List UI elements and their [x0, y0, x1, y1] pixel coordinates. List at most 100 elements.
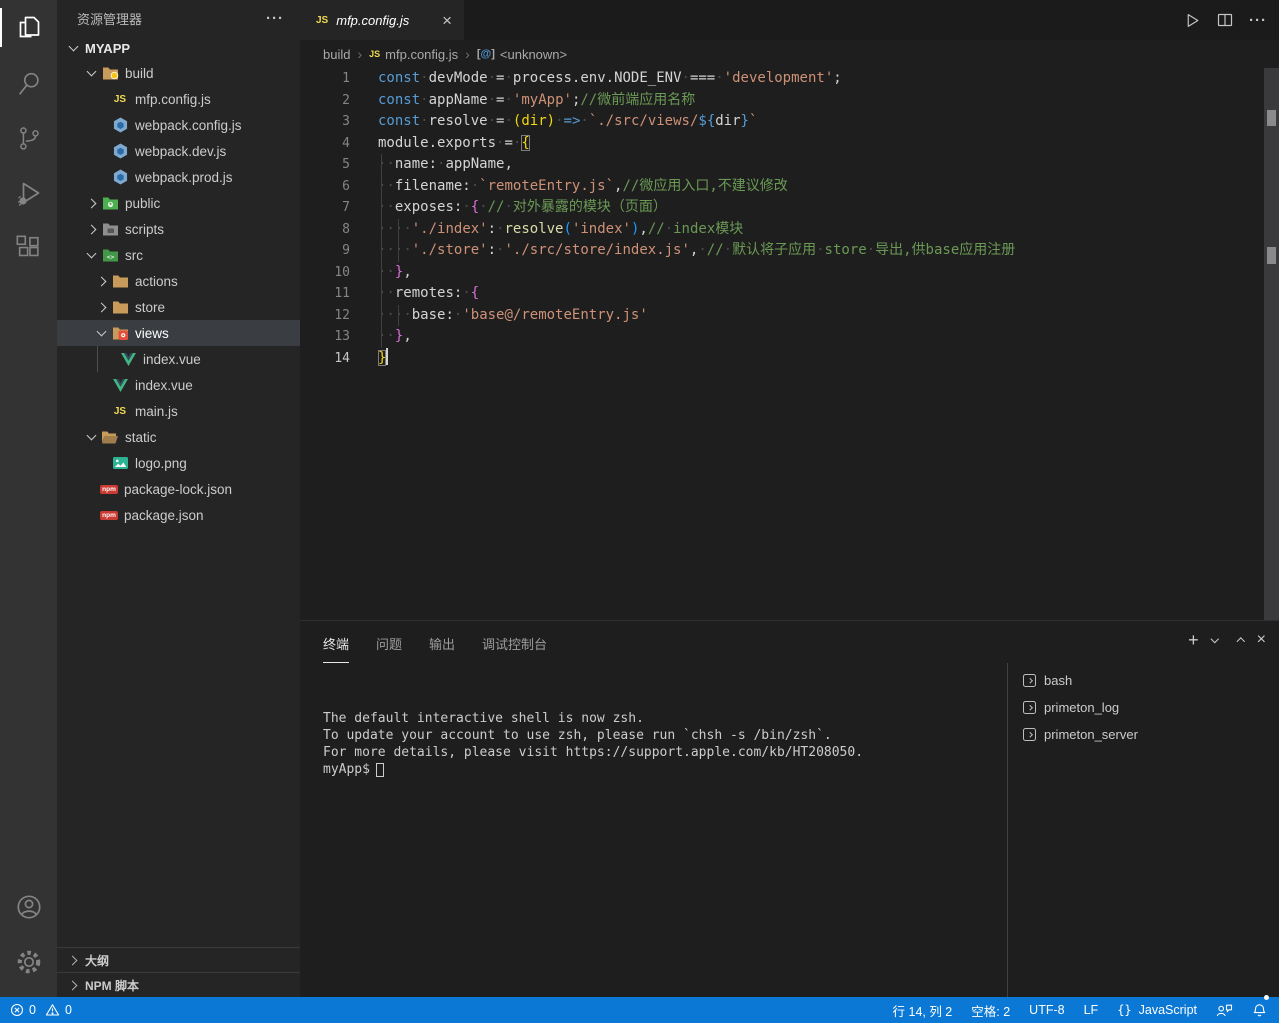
code-line-7[interactable]: 7··exposes:·{·//·对外暴露的模块（页面） [300, 197, 1279, 219]
breadcrumb-segment[interactable]: JSmfp.config.js [369, 47, 458, 62]
new-terminal-icon[interactable]: + [1188, 631, 1199, 649]
tree-item-actions[interactable]: actions [57, 268, 300, 294]
vscode-window: 资源管理器 ··· MYAPP buildJSmfp.config.jswebp… [0, 0, 1279, 997]
npm-icon: npm [100, 507, 118, 523]
more-actions-icon[interactable]: ··· [266, 10, 284, 27]
breadcrumb-segment[interactable]: [@]<unknown> [477, 47, 567, 62]
language-mode[interactable]: {} JavaScript [1117, 997, 1197, 1023]
code-line-12[interactable]: 12····base:·'base@/remoteEntry.js' [300, 305, 1279, 327]
activitybar-search-icon[interactable] [0, 55, 57, 110]
more-actions-icon[interactable]: ··· [1249, 12, 1267, 29]
activitybar-explorer-icon[interactable] [0, 0, 57, 55]
line-number: 9 [300, 240, 350, 262]
close-icon[interactable]: × [438, 12, 456, 29]
activitybar-run-debug-icon[interactable] [0, 165, 57, 220]
chevron-right-icon [68, 955, 78, 965]
problems-status[interactable]: 0 0 [10, 997, 72, 1023]
close-panel-icon[interactable]: × [1257, 632, 1266, 648]
activitybar-bottom [0, 879, 57, 989]
terminal-instance-bash[interactable]: bash [1008, 667, 1279, 694]
activitybar-extensions-icon[interactable] [0, 220, 57, 275]
editor-scrollbar[interactable] [1264, 68, 1279, 620]
js-icon: JS [316, 15, 328, 26]
tree-item-mfp-config-js[interactable]: JSmfp.config.js [57, 86, 300, 112]
panel-tab-终端[interactable]: 终端 [323, 634, 349, 663]
activitybar-settings-icon[interactable] [0, 934, 57, 989]
tree-item-label: src [125, 248, 143, 263]
code-line-13[interactable]: 13··}, [300, 326, 1279, 348]
chevron-down-icon [81, 71, 101, 75]
tab-mfp-config-js[interactable]: JS mfp.config.js × [300, 0, 464, 40]
maximize-panel-icon[interactable] [1238, 636, 1244, 645]
code-line-4[interactable]: 4module.exports·=·{ [300, 133, 1279, 155]
tree-item-package-lock-json[interactable]: npmpackage-lock.json [57, 476, 300, 502]
breadcrumb: build›JSmfp.config.js›[@]<unknown> [300, 40, 1279, 68]
code-line-9[interactable]: 9····'./store':·'./src/store/index.js',·… [300, 240, 1279, 262]
tree-item-build[interactable]: build [57, 60, 300, 86]
tree-item-static[interactable]: static [57, 424, 300, 450]
split-editor-icon[interactable] [1217, 12, 1233, 28]
tree-root-myapp[interactable]: MYAPP [57, 36, 300, 60]
activitybar-account-icon[interactable] [0, 879, 57, 934]
tree-item-webpack-dev-js[interactable]: webpack.dev.js [57, 138, 300, 164]
chevron-right-icon [91, 278, 111, 285]
panel-tab-问题[interactable]: 问题 [376, 634, 402, 663]
code-line-10[interactable]: 10··}, [300, 262, 1279, 284]
folder-scripts-icon [101, 221, 119, 237]
terminal-icon [1023, 674, 1036, 687]
indentation-status[interactable]: 空格: 2 [971, 997, 1010, 1023]
activitybar-source-control-icon[interactable] [0, 110, 57, 165]
tree-item-index-vue[interactable]: index.vue [57, 372, 300, 398]
feedback-icon[interactable] [1216, 997, 1233, 1023]
tab-label: mfp.config.js [336, 13, 409, 28]
code-line-5[interactable]: 5··name:·appName, [300, 154, 1279, 176]
folder-open-icon [101, 429, 119, 445]
project-root-label: MYAPP [85, 41, 130, 56]
tree-item-index-vue[interactable]: index.vue [57, 346, 300, 372]
panel-tab-输出[interactable]: 输出 [429, 634, 455, 663]
breadcrumb-segment[interactable]: build [323, 47, 350, 62]
tree-item-label: build [125, 66, 154, 81]
tree-item-src[interactable]: <>src [57, 242, 300, 268]
code-line-3[interactable]: 3const·resolve·=·(dir)·=>·`./src/views/$… [300, 111, 1279, 133]
tree-item-webpack-prod-js[interactable]: webpack.prod.js [57, 164, 300, 190]
chevron-down-icon[interactable] [1212, 639, 1218, 642]
code-line-1[interactable]: 1const·devMode·=·process.env.NODE_ENV·==… [300, 68, 1279, 90]
code-line-11[interactable]: 11··remotes:·{ [300, 283, 1279, 305]
line-number: 11 [300, 283, 350, 305]
tree-item-scripts[interactable]: scripts [57, 216, 300, 242]
tree-item-views[interactable]: views [57, 320, 300, 346]
code-line-8[interactable]: 8····'./index':·resolve('index'),//·inde… [300, 219, 1279, 241]
tree-item-main-js[interactable]: JSmain.js [57, 398, 300, 424]
chevron-right-icon [91, 304, 111, 311]
tree-item-store[interactable]: store [57, 294, 300, 320]
terminal-output[interactable]: The default interactive shell is now zsh… [300, 663, 1007, 997]
encoding-status[interactable]: UTF-8 [1029, 997, 1064, 1023]
terminal-prompt: myApp$ [323, 761, 1007, 778]
code-line-2[interactable]: 2const·appName·=·'myApp';//微前端应用名称 [300, 90, 1279, 112]
tree-item-webpack-config-js[interactable]: webpack.config.js [57, 112, 300, 138]
bottom-panel: 终端问题输出调试控制台 + × The default interactive … [300, 620, 1279, 997]
code-line-6[interactable]: 6··filename:·`remoteEntry.js`,//微应用入口,不建… [300, 176, 1279, 198]
tree-item-label: package.json [124, 508, 204, 523]
chevron-right-icon [81, 226, 101, 233]
outline-section[interactable]: 大纲 [57, 947, 300, 972]
eol-status[interactable]: LF [1084, 997, 1099, 1023]
tree-item-package-json[interactable]: npm package.json [57, 502, 300, 528]
indent-guide [97, 346, 98, 372]
tree-item-logo-png[interactable]: logo.png [57, 450, 300, 476]
sidebar-bottom-sections: 大纲NPM 脚本 [57, 947, 300, 997]
code-editor[interactable]: 1const·devMode·=·process.env.NODE_ENV·==… [300, 68, 1279, 620]
cursor-position[interactable]: 行 14, 列 2 [893, 997, 953, 1023]
panel-tab-调试控制台[interactable]: 调试控制台 [482, 634, 547, 663]
terminal-instance-primeton_log[interactable]: primeton_log [1008, 694, 1279, 721]
code-line-14[interactable]: 14} [300, 348, 1279, 370]
tab-bar: JS mfp.config.js × ··· [300, 0, 1279, 40]
run-icon[interactable] [1184, 12, 1201, 29]
line-number: 1 [300, 68, 350, 90]
terminal-icon [1023, 728, 1036, 741]
notifications-bell-icon[interactable] [1252, 997, 1267, 1023]
terminal-instance-primeton_server[interactable]: primeton_server [1008, 721, 1279, 748]
npm-scripts-section[interactable]: NPM 脚本 [57, 972, 300, 997]
tree-item-public[interactable]: public [57, 190, 300, 216]
